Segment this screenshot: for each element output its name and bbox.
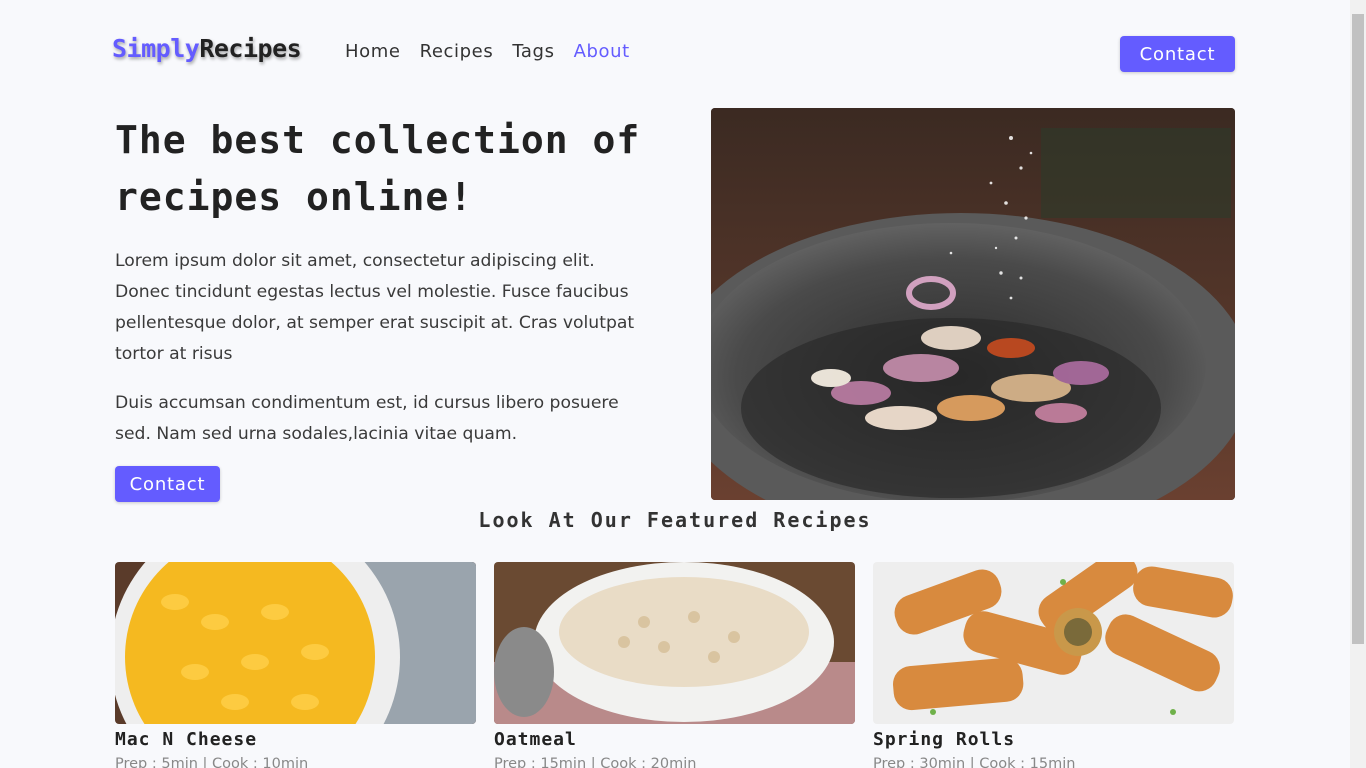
nav-contact-button[interactable]: Contact xyxy=(1120,36,1235,72)
recipe-card[interactable]: Spring Rolls Prep : 30min | Cook : 15min xyxy=(873,562,1234,768)
page-scrollbar[interactable] xyxy=(1350,0,1366,768)
hero-paragraph-2: Duis accumsan condimentum est, id cursus… xyxy=(115,393,619,444)
scrollbar-thumb[interactable] xyxy=(1352,14,1364,644)
hero-title: The best collection of recipes online! xyxy=(115,118,641,219)
hero-paragraph-1: Lorem ipsum dolor sit amet, consectetur … xyxy=(115,251,635,364)
recipe-name[interactable]: Spring Rolls xyxy=(873,728,1234,752)
recipe-card[interactable]: Mac N Cheese Prep : 5min | Cook : 10min xyxy=(115,562,476,768)
recipe-card[interactable]: Oatmeal Prep : 15min | Cook : 20min xyxy=(494,562,855,768)
brand-part2: Recipes xyxy=(199,34,302,63)
recipe-name[interactable]: Oatmeal xyxy=(494,728,855,752)
hero-contact-button[interactable]: Contact xyxy=(115,466,220,502)
recipe-image-mac-n-cheese[interactable] xyxy=(115,562,476,724)
recipe-image-oatmeal[interactable] xyxy=(494,562,855,724)
nav-link-tags[interactable]: Tags xyxy=(512,41,554,62)
featured-title: Look At Our Featured Recipes xyxy=(478,508,872,532)
brand-part1: Simply xyxy=(112,34,200,63)
hero-image xyxy=(711,108,1235,500)
brand-logo[interactable]: SimplyRecipes xyxy=(112,34,302,63)
nav-link-about[interactable]: About xyxy=(574,41,630,62)
nav-link-recipes[interactable]: Recipes xyxy=(420,41,494,62)
recipe-meta: Prep : 30min | Cook : 15min xyxy=(873,756,1076,768)
recipe-meta: Prep : 15min | Cook : 20min xyxy=(494,756,697,768)
nav-links: Home Recipes Tags About xyxy=(345,41,630,62)
recipe-image-spring-rolls[interactable] xyxy=(873,562,1234,724)
navbar: SimplyRecipes Home Recipes Tags About Co… xyxy=(0,0,1350,100)
mortar-bowl-image xyxy=(711,108,1235,500)
recipe-name[interactable]: Mac N Cheese xyxy=(115,728,476,752)
nav-link-home[interactable]: Home xyxy=(345,41,401,62)
recipe-meta: Prep : 5min | Cook : 10min xyxy=(115,756,309,768)
